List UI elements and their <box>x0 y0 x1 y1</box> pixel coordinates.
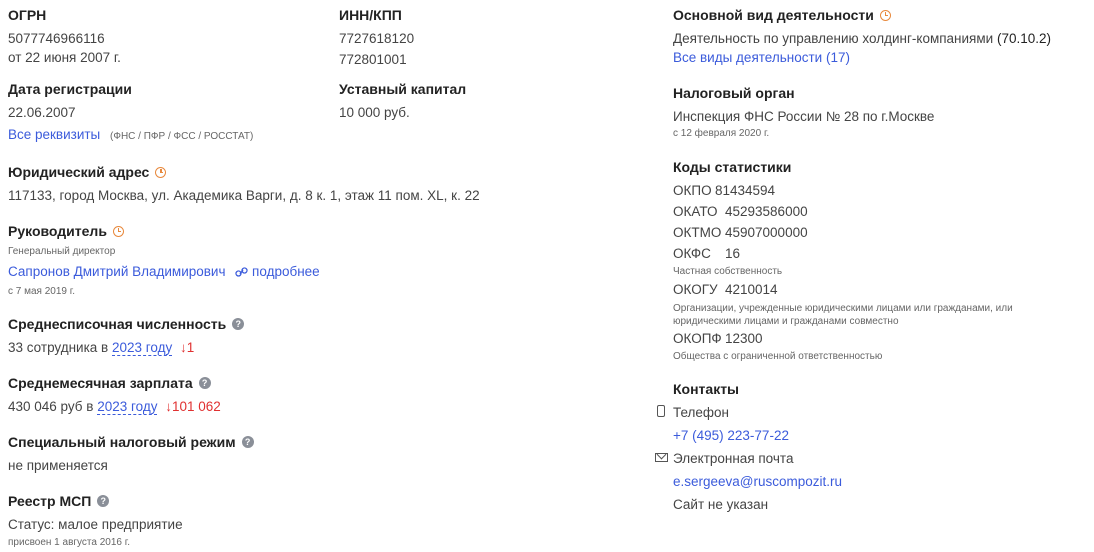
stat-okpo: ОКПО 81434594 <box>673 183 775 198</box>
capital-value: 10 000 руб. <box>339 105 410 120</box>
stat-name: ОКФС <box>673 246 711 261</box>
clock-icon[interactable] <box>155 166 167 178</box>
clock-icon[interactable] <box>112 225 124 237</box>
link-icon <box>235 267 248 278</box>
stat-value: 45907000000 <box>725 225 808 240</box>
salary-row: 430 046 руб в 2023 году ↓101 062 <box>8 399 221 415</box>
stat-name: ОКАТО <box>673 204 718 219</box>
head-since: с 7 мая 2019 г. <box>8 286 75 297</box>
activity-row: Деятельность по управлению холдинг-компа… <box>673 31 1051 46</box>
kpp-value: 772801001 <box>339 52 407 67</box>
head-more-link[interactable]: подробнее <box>252 264 320 279</box>
salary-label: Среднемесячная зарплата <box>8 375 193 391</box>
stat-okopf: ОКОПФ 12300 <box>673 331 763 346</box>
headcount-delta: ↓1 <box>180 340 195 355</box>
stat-okopf-desc: Общества с ограниченной ответственностью <box>673 351 883 362</box>
activity-code: (70.10.2) <box>996 31 1051 46</box>
inn-value: 7727618120 <box>339 31 415 46</box>
phone-label: Телефон <box>673 405 730 420</box>
address-label: Юридический адрес <box>8 164 150 180</box>
msp-status: Статус: малое предприятие <box>8 517 183 532</box>
question-icon[interactable]: ? <box>232 318 245 331</box>
msp-label: Реестр МСП <box>8 493 92 509</box>
requisites-note: (ФНС / ПФР / ФСС / РОССТАТ) <box>110 131 254 142</box>
email-label: Электронная почта <box>673 451 794 466</box>
head-name-link[interactable]: Сапронов Дмитрий Владимирович <box>8 264 226 279</box>
head-heading: Руководитель <box>8 223 124 239</box>
head-row: Сапронов Дмитрий Владимирович подробнее <box>8 264 320 279</box>
salary-year-link[interactable]: 2023 году <box>97 399 158 415</box>
activity-value: Деятельность по управлению холдинг-компа… <box>673 31 994 46</box>
headcount-value: 33 сотрудника в <box>8 340 109 355</box>
tax-regime-value: не применяется <box>8 458 108 473</box>
inn-label: ИНН/КПП <box>339 7 402 23</box>
address-heading: Юридический адрес <box>8 164 167 180</box>
stat-name: ОКПО <box>673 183 712 198</box>
stat-okogu-desc: Организации, учрежденные юридическими ли… <box>673 303 1013 327</box>
stat-value: 45293586000 <box>725 204 808 219</box>
site-status: Сайт не указан <box>673 497 769 512</box>
salary-heading: Среднемесячная зарплата? <box>8 375 211 391</box>
stat-name: ОКОГУ <box>673 282 718 297</box>
question-icon[interactable]: ? <box>97 495 110 508</box>
stat-okfs-desc: Частная собственность <box>673 266 783 277</box>
stats-label: Коды статистики <box>673 159 792 175</box>
tax-office-since: с 12 февраля 2020 г. <box>673 128 770 139</box>
headcount-heading: Среднесписочная численность? <box>8 316 245 332</box>
stat-value: 16 <box>725 246 741 261</box>
head-label: Руководитель <box>8 223 107 239</box>
salary-value: 430 046 руб в <box>8 399 94 414</box>
msp-assigned: присвоен 1 августа 2016 г. <box>8 537 130 548</box>
registration-label: Дата регистрации <box>8 81 132 97</box>
stat-oktmo: ОКТМО 45907000000 <box>673 225 808 240</box>
mail-icon <box>655 453 668 462</box>
activity-label: Основной вид деятельности <box>673 7 874 23</box>
contacts-label: Контакты <box>673 381 740 397</box>
requisites-row: Все реквизиты (ФНС / ПФР / ФСС / РОССТАТ… <box>8 127 253 142</box>
stat-okogu: ОКОГУ 4210014 <box>673 282 778 297</box>
stat-okato: ОКАТО 45293586000 <box>673 204 808 219</box>
phone-link[interactable]: +7 (495) 223-77-22 <box>673 428 789 443</box>
registration-date: 22.06.2007 <box>8 105 76 120</box>
headcount-year-link[interactable]: 2023 году <box>112 340 173 356</box>
ogrn-value: 5077746966116 <box>8 31 105 46</box>
address-value: 117133, город Москва, ул. Академика Варг… <box>8 188 480 203</box>
head-position: Генеральный директор <box>8 246 116 257</box>
phone-icon <box>657 405 665 417</box>
stat-name: ОКОПФ <box>673 331 722 346</box>
stat-value: 81434594 <box>715 183 776 198</box>
tax-regime-heading: Специальный налоговый режим? <box>8 434 254 450</box>
question-icon[interactable]: ? <box>241 436 254 449</box>
msp-heading: Реестр МСП? <box>8 493 110 509</box>
tax-regime-label: Специальный налоговый режим <box>8 434 236 450</box>
stat-name: ОКТМО <box>673 225 722 240</box>
ogrn-date: от 22 июня 2007 г. <box>8 50 121 65</box>
question-icon[interactable]: ? <box>198 377 211 390</box>
capital-label: Уставный капитал <box>339 81 467 97</box>
requisites-link[interactable]: Все реквизиты <box>8 127 100 142</box>
tax-office-value: Инспекция ФНС России № 28 по г.Москве <box>673 109 935 124</box>
stat-value: 4210014 <box>725 282 778 297</box>
activity-heading: Основной вид деятельности <box>673 7 891 23</box>
headcount-label: Среднесписочная численность <box>8 316 227 332</box>
stat-okfs: ОКФС 16 <box>673 246 740 261</box>
stat-value: 12300 <box>725 331 763 346</box>
email-link[interactable]: e.sergeeva@ruscompozit.ru <box>673 474 842 489</box>
all-activities-link[interactable]: Все виды деятельности (17) <box>673 50 850 65</box>
tax-office-label: Налоговый орган <box>673 85 795 101</box>
clock-icon[interactable] <box>879 9 891 21</box>
ogrn-label: ОГРН <box>8 7 47 23</box>
headcount-row: 33 сотрудника в 2023 году ↓1 <box>8 340 195 356</box>
salary-delta: ↓101 062 <box>165 399 221 414</box>
